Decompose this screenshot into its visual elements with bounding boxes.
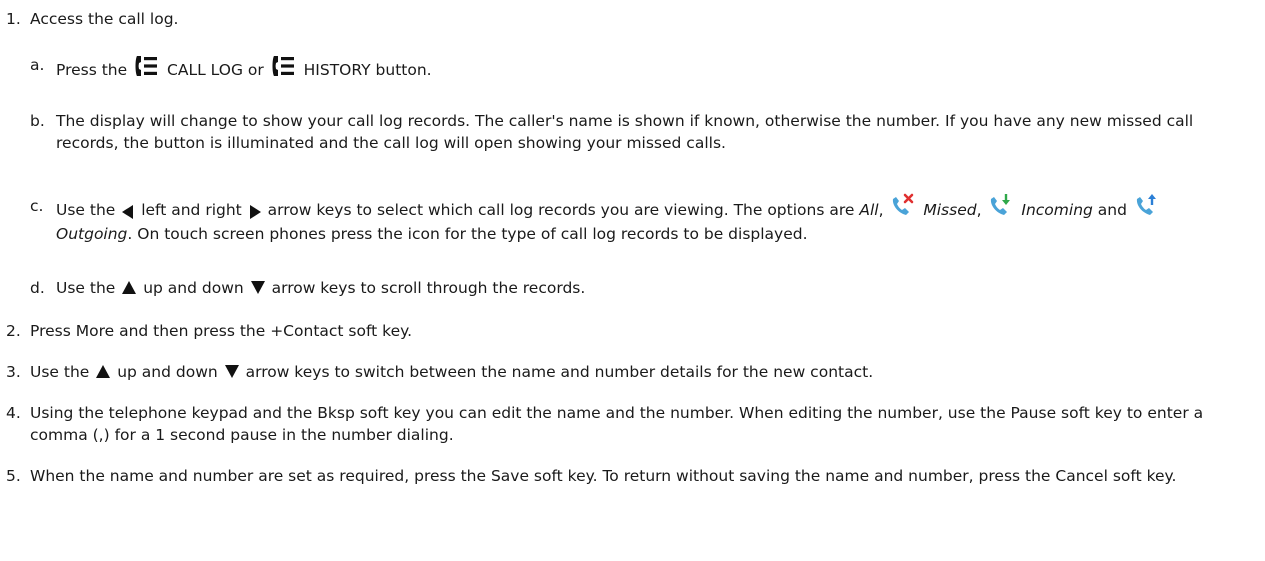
outgoing-call-icon: [1136, 194, 1156, 215]
step-text: Press More and then press the +Contact s…: [30, 322, 413, 340]
substep-text: The display will change to show your cal…: [56, 112, 1194, 152]
option-all: All: [859, 201, 879, 219]
substep-number: d.: [30, 279, 45, 297]
step-text: Use the up and down arrow keys to switch…: [30, 363, 874, 381]
substep-text: Use the left and right arrow keys to sel…: [56, 193, 1241, 246]
step-text: When the name and number are set as requ…: [30, 467, 1177, 485]
step-number: 3.: [6, 363, 21, 381]
incoming-call-icon: [991, 194, 1011, 215]
step-number: 2.: [6, 322, 21, 340]
option-missed: Missed: [923, 201, 977, 219]
substep-number: b.: [30, 112, 45, 130]
option-outgoing: Outgoing: [56, 225, 128, 243]
substep-number: c.: [30, 197, 44, 215]
step-text: Access the call log.: [30, 10, 179, 28]
option-incoming: Incoming: [1021, 201, 1093, 219]
up-arrow-icon: [122, 281, 137, 294]
step-text: Using the telephone keypad and the Bksp …: [30, 404, 1204, 444]
up-arrow-icon: [96, 365, 111, 378]
step-number: 4.: [6, 404, 21, 422]
phone-list-icon: [272, 56, 294, 76]
down-arrow-icon: [250, 281, 265, 294]
right-arrow-icon: [249, 205, 261, 219]
left-arrow-icon: [122, 205, 134, 219]
substep-number: a.: [30, 56, 45, 74]
down-arrow-icon: [224, 365, 239, 378]
missed-call-icon: [893, 193, 914, 215]
substep-text: Use the up and down arrow keys to scroll…: [56, 279, 586, 297]
substep-text: Press the CALL LOG or HISTORY button.: [56, 54, 1239, 81]
step-number: 1.: [6, 10, 21, 28]
phone-list-icon: [135, 56, 158, 76]
step-number: 5.: [6, 467, 21, 485]
